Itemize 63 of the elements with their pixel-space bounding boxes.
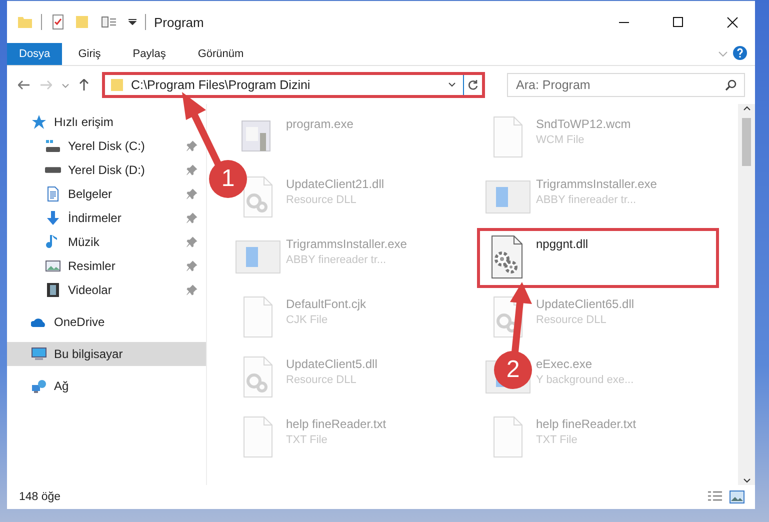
pin-icon xyxy=(186,260,198,272)
file-type: CJK File xyxy=(286,314,329,326)
sidebar-item[interactable]: Belgeler xyxy=(7,182,206,206)
scroll-thumb[interactable] xyxy=(742,118,751,166)
item-count: 148 öğe xyxy=(19,491,61,503)
sidebar-item[interactable]: Bu bilgisayar xyxy=(7,342,206,366)
ribbon-tab[interactable]: Giriş xyxy=(62,43,117,65)
file-name[interactable]: npggnt.dll xyxy=(536,237,588,251)
up-arrow-icon xyxy=(79,79,89,91)
sidebar-item[interactable]: Ağ xyxy=(7,374,206,398)
close-icon xyxy=(726,16,738,28)
maximize-icon xyxy=(673,17,683,27)
sidebar-item[interactable]: İndirmeler xyxy=(7,206,206,230)
search-icon xyxy=(725,79,737,91)
folder-icon xyxy=(109,77,125,93)
sidebar-item[interactable]: Resimler xyxy=(7,254,206,278)
ribbon-tab[interactable]: Görünüm xyxy=(182,43,260,65)
file-type: Y background exe... xyxy=(536,374,634,386)
address-field[interactable]: C:\Program Files\Program Dizini xyxy=(102,72,485,98)
drive-icon xyxy=(45,167,61,173)
chevron-down-icon xyxy=(62,82,69,88)
forward-arrow-icon xyxy=(40,80,52,90)
file-type: Resource DLL xyxy=(286,194,358,206)
large-icons-view-icon[interactable] xyxy=(729,490,745,504)
file-type: Resource DLL xyxy=(286,374,358,386)
download-arrow-icon xyxy=(45,210,61,226)
monitor-icon xyxy=(31,346,47,362)
drive-icon xyxy=(45,140,61,152)
window-title: Program xyxy=(154,14,204,30)
help-icon[interactable] xyxy=(733,46,747,60)
film-icon xyxy=(45,282,61,298)
search-field[interactable]: Ara: Program xyxy=(507,73,745,97)
sidebar-item[interactable]: Yerel Disk (D:) xyxy=(7,158,206,182)
file-type: ABBY finereader tr... xyxy=(286,254,388,266)
sidebar-item[interactable]: Videolar xyxy=(7,278,206,302)
file-type: ABBY finereader tr... xyxy=(536,194,638,206)
file-type: WCM File xyxy=(536,134,586,146)
document-icon xyxy=(45,186,61,202)
ribbon-tab[interactable]: Dosya xyxy=(7,43,62,65)
pin-icon xyxy=(186,284,198,296)
back-arrow-icon xyxy=(18,80,30,90)
file-type: TXT File xyxy=(536,434,578,446)
pin-icon xyxy=(186,140,198,152)
pin-icon xyxy=(186,164,198,176)
ribbon-tab[interactable]: Paylaş xyxy=(116,43,182,65)
file-type: TXT File xyxy=(286,434,328,446)
folder-icon xyxy=(17,14,33,30)
pin-icon xyxy=(186,188,198,200)
refresh-icon[interactable] xyxy=(467,79,479,91)
properties-icon xyxy=(50,14,66,30)
pin-icon xyxy=(186,236,198,248)
file-type: Resource DLL xyxy=(536,314,608,326)
dropdown-icon xyxy=(128,19,137,25)
new-folder-icon xyxy=(74,14,90,30)
sidebar-item[interactable]: Müzik xyxy=(7,230,206,254)
picture-icon xyxy=(45,258,61,274)
pin-icon xyxy=(186,212,198,224)
scrollbar[interactable] xyxy=(738,104,755,485)
network-icon xyxy=(31,378,47,394)
sidebar-item[interactable]: Yerel Disk (C:) xyxy=(7,134,206,158)
star-icon xyxy=(31,114,47,130)
sidebar-item[interactable]: OneDrive xyxy=(7,310,206,334)
sidebar-item[interactable]: Hızlı erişim xyxy=(7,110,206,134)
